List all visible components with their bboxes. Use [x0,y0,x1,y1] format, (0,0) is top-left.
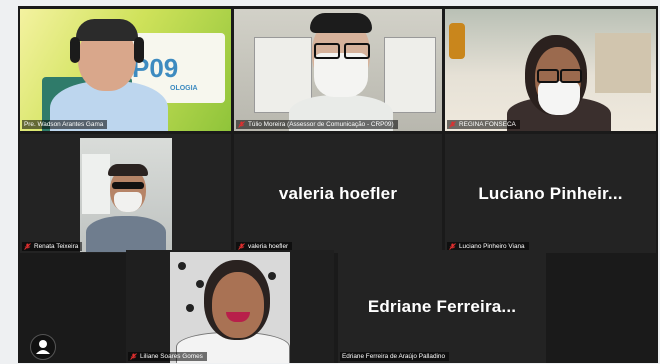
participant-name-label: Pre. Wadson Arantes Gama [22,120,108,129]
video-grid: P09 OLOGIA Pre. Wadson Arantes Gama Túli… [18,6,658,363]
video-feed [445,9,656,131]
participant-name-label: REGINA FONSECA [447,120,520,129]
video-feed [20,134,231,253]
mic-muted-icon [130,353,137,360]
mic-muted-icon [238,243,245,250]
participant-name-label: Renata Teixeira [22,242,83,251]
participant-tile-edriane[interactable]: Edriane Ferreira... Edriane Ferreira de … [338,250,546,363]
video-feed [234,9,442,131]
participant-name-label: Liliane Soares Gomes [128,352,207,361]
video-feed: P09 OLOGIA [20,9,231,131]
mic-muted-icon [449,243,456,250]
participant-name-label: Edriane Ferreira de Araújo Palladino [340,352,450,361]
participant-tile-renata[interactable]: Renata Teixeira [20,134,231,253]
participant-tile-tulio[interactable]: Túlio Moreira (Assessor de Comunicação -… [234,9,442,131]
mic-muted-icon [238,121,245,128]
participant-tile-luciano[interactable]: Luciano Pinheir... Luciano Pinheiro Vian… [445,134,656,253]
backdrop-logo-sub: OLOGIA [170,85,198,92]
participant-tile-regina[interactable]: REGINA FONSECA [445,9,656,131]
participant-tile-wadson[interactable]: P09 OLOGIA Pre. Wadson Arantes Gama [20,9,231,131]
participant-display-name: Edriane Ferreira... [367,296,517,316]
participant-display-name: valeria hoefler [278,183,398,203]
mic-muted-icon [449,121,456,128]
mic-muted-icon [24,243,31,250]
participant-tile-liliane[interactable]: Liliane Soares Gomes [126,250,334,363]
participant-name-label: Túlio Moreira (Assessor de Comunicação -… [236,120,398,129]
participant-tile-valeria[interactable]: valeria hoefler valeria hoefler [234,134,442,253]
user-profile-icon[interactable] [30,334,56,360]
participant-display-name: Luciano Pinheir... [478,183,623,203]
video-feed [126,250,334,363]
